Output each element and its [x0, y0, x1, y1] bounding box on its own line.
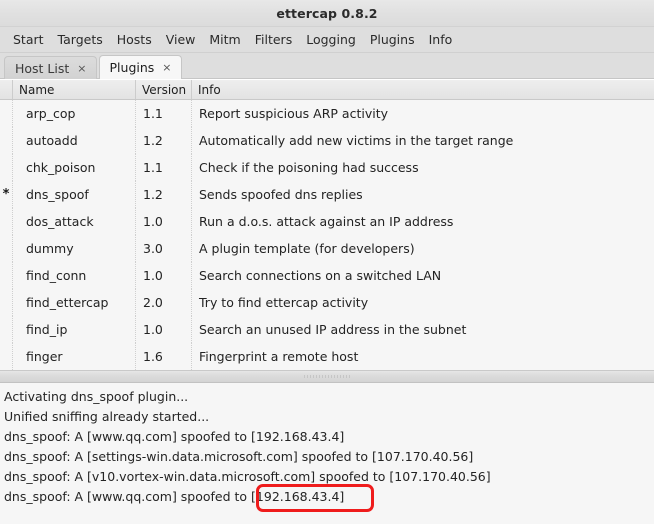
- column-header-name[interactable]: Name: [13, 80, 136, 99]
- menu-item-hosts[interactable]: Hosts: [110, 30, 159, 49]
- row-version: 1.0: [136, 316, 192, 343]
- window-title: ettercap 0.8.2: [276, 5, 378, 21]
- plugin-table-panel: Name Version Info arp_cop 1.1 Report sus…: [0, 79, 654, 370]
- row-info: Check if the poisoning had success: [199, 160, 419, 175]
- menu-item-logging[interactable]: Logging: [299, 30, 363, 49]
- row-version: 1.6: [136, 343, 192, 370]
- row-version: 1.2: [136, 127, 192, 154]
- tab-plugins[interactable]: Plugins ×: [98, 55, 182, 79]
- splitter-grip-icon: [304, 375, 350, 378]
- row-version: 2.0: [136, 289, 192, 316]
- tab-host-list[interactable]: Host List ×: [4, 56, 97, 79]
- window-titlebar: ettercap 0.8.2: [0, 0, 654, 27]
- panel-splitter[interactable]: [0, 370, 654, 383]
- tab-strip: Host List × Plugins ×: [0, 53, 654, 79]
- row-version: 1.1: [136, 154, 192, 181]
- row-version: 1.1: [136, 100, 192, 127]
- table-row[interactable]: chk_poison 1.1 Check if the poisoning ha…: [0, 154, 654, 181]
- row-name: autoadd: [13, 127, 136, 154]
- log-line-highlighted: dns_spoof: A [www.qq.com] spoofed to [19…: [4, 489, 345, 504]
- row-info: Report suspicious ARP activity: [199, 106, 388, 121]
- table-row[interactable]: find_conn 1.0 Search connections on a sw…: [0, 262, 654, 289]
- menu-item-plugins[interactable]: Plugins: [363, 30, 422, 49]
- row-mark: [0, 235, 13, 262]
- table-row[interactable]: dummy 3.0 A plugin template (for develop…: [0, 235, 654, 262]
- menu-item-info[interactable]: Info: [422, 30, 460, 49]
- row-version: 1.2: [136, 181, 192, 208]
- log-line: dns_spoof: A [v10.vortex-win.data.micros…: [4, 469, 491, 484]
- table-row[interactable]: autoadd 1.2 Automatically add new victim…: [0, 127, 654, 154]
- table-row[interactable]: arp_cop 1.1 Report suspicious ARP activi…: [0, 100, 654, 127]
- table-row[interactable]: find_ettercap 2.0 Try to find ettercap a…: [0, 289, 654, 316]
- tab-plugins-label: Plugins: [109, 60, 155, 75]
- row-mark: [0, 343, 13, 370]
- tab-host-list-label: Host List: [15, 60, 70, 76]
- row-name: find_ip: [13, 316, 136, 343]
- row-mark: [0, 316, 13, 343]
- row-mark: [0, 289, 13, 316]
- column-header-mark[interactable]: [0, 80, 13, 99]
- row-name: find_ettercap: [13, 289, 136, 316]
- row-mark: [0, 154, 13, 181]
- log-line: Unified sniffing already started...: [4, 409, 210, 424]
- menu-bar: Start Targets Hosts View Mitm Filters Lo…: [0, 27, 654, 53]
- row-info: Run a d.o.s. attack against an IP addres…: [199, 214, 454, 229]
- table-row-dns-spoof[interactable]: * dns_spoof 1.2 Sends spoofed dns replie…: [0, 181, 654, 208]
- row-info: Try to find ettercap activity: [199, 295, 369, 310]
- plugin-table-body: arp_cop 1.1 Report suspicious ARP activi…: [0, 100, 654, 370]
- close-icon[interactable]: ×: [161, 61, 172, 74]
- row-name: finger: [13, 343, 136, 370]
- row-info: Search connections on a switched LAN: [199, 268, 442, 283]
- row-info: Search an unused IP address in the subne…: [199, 322, 467, 337]
- column-header-version[interactable]: Version: [136, 80, 192, 99]
- row-info: Automatically add new victims in the tar…: [199, 133, 514, 148]
- row-name: arp_cop: [13, 100, 136, 127]
- log-line: Activating dns_spoof plugin...: [4, 389, 189, 404]
- menu-item-mitm[interactable]: Mitm: [202, 30, 247, 49]
- row-name: chk_poison: [13, 154, 136, 181]
- row-info: A plugin template (for developers): [199, 241, 415, 256]
- row-name: find_conn: [13, 262, 136, 289]
- row-mark: [0, 100, 13, 127]
- row-name: dummy: [13, 235, 136, 262]
- row-version: 1.0: [136, 262, 192, 289]
- row-mark: [0, 208, 13, 235]
- menu-item-filters[interactable]: Filters: [248, 30, 299, 49]
- menu-item-start[interactable]: Start: [6, 30, 51, 49]
- menu-item-view[interactable]: View: [159, 30, 203, 49]
- close-icon[interactable]: ×: [76, 62, 87, 75]
- row-info: Sends spoofed dns replies: [199, 187, 363, 202]
- plugin-table-header: Name Version Info: [0, 80, 654, 100]
- menu-item-targets[interactable]: Targets: [51, 30, 110, 49]
- table-row[interactable]: finger 1.6 Fingerprint a remote host: [0, 343, 654, 370]
- table-row[interactable]: dos_attack 1.0 Run a d.o.s. attack again…: [0, 208, 654, 235]
- row-active-marker: *: [0, 181, 13, 208]
- row-mark: [0, 262, 13, 289]
- row-version: 1.0: [136, 208, 192, 235]
- table-row[interactable]: find_ip 1.0 Search an unused IP address …: [0, 316, 654, 343]
- row-info: Fingerprint a remote host: [199, 349, 359, 364]
- log-output-panel[interactable]: Activating dns_spoof plugin... Unified s…: [0, 383, 654, 524]
- row-name: dos_attack: [13, 208, 136, 235]
- row-mark: [0, 127, 13, 154]
- log-line: dns_spoof: A [settings-win.data.microsof…: [4, 449, 474, 464]
- row-name: dns_spoof: [13, 181, 136, 208]
- log-line: dns_spoof: A [www.qq.com] spoofed to [19…: [4, 429, 345, 444]
- column-header-info[interactable]: Info: [192, 80, 654, 99]
- ettercap-window: ettercap 0.8.2 Start Targets Hosts View …: [0, 0, 654, 524]
- row-version: 3.0: [136, 235, 192, 262]
